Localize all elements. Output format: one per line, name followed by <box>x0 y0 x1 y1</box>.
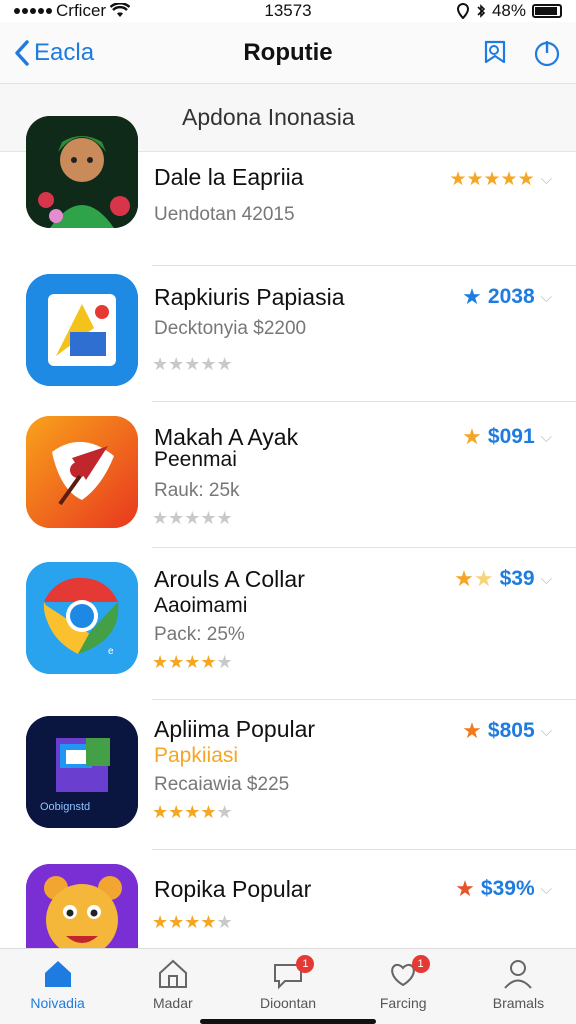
person-icon <box>504 960 533 989</box>
tab-label: Noivadia <box>30 995 85 1011</box>
tab-home[interactable]: Noivadia <box>0 949 115 1024</box>
rating-area: ★★★★★ ⌵ <box>449 168 552 191</box>
back-label: Eacla <box>34 38 95 66</box>
tab-bar: Noivadia Madar 1 Dioontan 1 Farcing Bram… <box>0 948 576 1024</box>
rating-stars: ★★★★★ <box>449 169 535 190</box>
cube-app-icon[interactable]: Oobignstd <box>26 716 138 828</box>
app-meta: Pack: 25% <box>154 624 245 645</box>
price-area[interactable]: ★ $091 ⌵ <box>462 424 552 450</box>
price-area[interactable]: ★ $805 ⌵ <box>462 718 552 744</box>
chevron-down-icon[interactable]: ⌵ <box>541 571 552 588</box>
app-subtitle: Papkiiasi <box>154 744 239 767</box>
home-indicator <box>200 1019 376 1024</box>
star-icon: ★ <box>462 718 482 743</box>
location-icon <box>456 3 469 19</box>
rating-stars: ★★★★★ <box>152 912 233 932</box>
home-icon <box>44 961 71 987</box>
app-price: $805 <box>487 719 535 742</box>
store-icon <box>158 959 187 988</box>
star-icon: ★ <box>462 284 482 309</box>
chevron-down-icon[interactable]: ⌵ <box>541 429 552 446</box>
app-name: Ropika Popular <box>154 876 312 902</box>
rating-stars: ★★★★★ <box>152 802 233 822</box>
app-price: $091 <box>487 425 535 448</box>
notification-badge: 1 <box>411 955 430 973</box>
tab-label: Bramals <box>492 995 545 1011</box>
tab-label: Madar <box>152 995 193 1011</box>
price-area[interactable]: ★★ $39 ⌵ <box>454 566 552 592</box>
app-subtitle: Peenmai <box>154 448 237 471</box>
docs-app-icon[interactable] <box>26 274 138 386</box>
rating-stars: ★★★★★ <box>152 354 233 374</box>
tab-store[interactable]: Madar <box>115 949 230 1024</box>
bluetooth-icon <box>477 4 486 18</box>
app-name: Makah A Ayak <box>154 424 299 450</box>
battery-icon <box>532 4 562 18</box>
app-meta: Decktonyia $2200 <box>154 318 307 339</box>
chevron-down-icon[interactable]: ⌵ <box>541 723 552 740</box>
app-meta: Rauk: 25k <box>154 480 240 501</box>
status-right: 48% <box>362 1 562 21</box>
tab-label: Dioontan <box>259 995 317 1011</box>
tab-profile[interactable]: Bramals <box>461 949 576 1024</box>
list-item[interactable]: e Arouls A Collar Aaoimami Pack: 25% ★★★… <box>0 548 576 700</box>
page-title: Roputie <box>243 38 333 66</box>
search-bookmark-icon[interactable] <box>480 38 510 68</box>
chevron-down-icon[interactable]: ⌵ <box>541 171 552 188</box>
list-item[interactable]: Ropika Popular ★★★★★ ★ $39% ⌵ <box>0 850 576 948</box>
tab-favorites[interactable]: 1 Farcing <box>346 949 461 1024</box>
app-price: $39 <box>499 567 535 590</box>
list-item[interactable]: Rapkiuris Papiasia Decktonyia $2200 ★★★★… <box>0 266 576 402</box>
back-button[interactable]: Eacla <box>14 39 174 67</box>
rating-stars: ★★★★★ <box>152 652 233 672</box>
app-meta: Recaiawia $225 <box>154 774 290 795</box>
chevron-down-icon[interactable]: ⌵ <box>541 289 552 306</box>
power-icon[interactable] <box>532 38 562 68</box>
app-name: Rapkiuris Papiasia <box>154 284 345 310</box>
lion-app-icon[interactable] <box>26 864 138 948</box>
app-subtitle: Aaoimami <box>154 594 248 617</box>
boy-avatar-app-icon[interactable] <box>26 116 138 228</box>
star-icon: ★ <box>455 876 475 901</box>
star-icon: ★ <box>462 424 482 449</box>
svg-text:Oobignstd: Oobignstd <box>40 801 90 813</box>
chevron-left-icon <box>15 39 29 66</box>
app-name: Apliima Popular <box>154 716 316 742</box>
app-name: Dale la Eapriia <box>154 164 304 190</box>
app-price: $39% <box>480 877 535 900</box>
bird-app-icon[interactable] <box>26 416 138 528</box>
carrier-label: Crficer <box>56 1 107 20</box>
nav-actions <box>402 38 562 68</box>
tab-messages[interactable]: 1 Dioontan <box>230 949 345 1024</box>
price-area[interactable]: ★ $39% ⌵ <box>455 876 552 902</box>
app-price: 2038 <box>487 285 535 308</box>
chevron-down-icon[interactable]: ⌵ <box>541 881 552 898</box>
price-area[interactable]: ★ 2038 ⌵ <box>462 284 552 310</box>
signal-dots-icon <box>14 8 52 14</box>
svg-text:e: e <box>108 646 114 657</box>
status-bar: Crficer 13573 48% <box>0 0 576 22</box>
notification-badge: 1 <box>296 955 315 973</box>
list-item[interactable]: Makah A Ayak Peenmai Rauk: 25k ★★★★★ ★ $… <box>0 402 576 548</box>
chrome-app-icon[interactable]: e <box>26 562 138 674</box>
list-item[interactable]: Oobignstd Apliima Popular Papkiiasi Reca… <box>0 700 576 850</box>
status-time: 13573 <box>264 1 312 20</box>
battery-percent: 48% <box>491 1 526 20</box>
star-icon: ★★ <box>454 566 494 591</box>
app-meta: Uendotan 42015 <box>154 204 295 225</box>
tab-label: Farcing <box>379 995 427 1011</box>
rating-stars: ★★★★★ <box>152 508 233 528</box>
wifi-icon <box>110 3 131 17</box>
app-name: Arouls A Collar <box>154 566 305 592</box>
navigation-bar: Eacla Roputie <box>0 22 576 84</box>
status-left: Crficer <box>14 1 214 21</box>
list-item[interactable]: Dale la Eapriia Uendotan 42015 ★★★★★ ⌵ <box>0 116 576 266</box>
